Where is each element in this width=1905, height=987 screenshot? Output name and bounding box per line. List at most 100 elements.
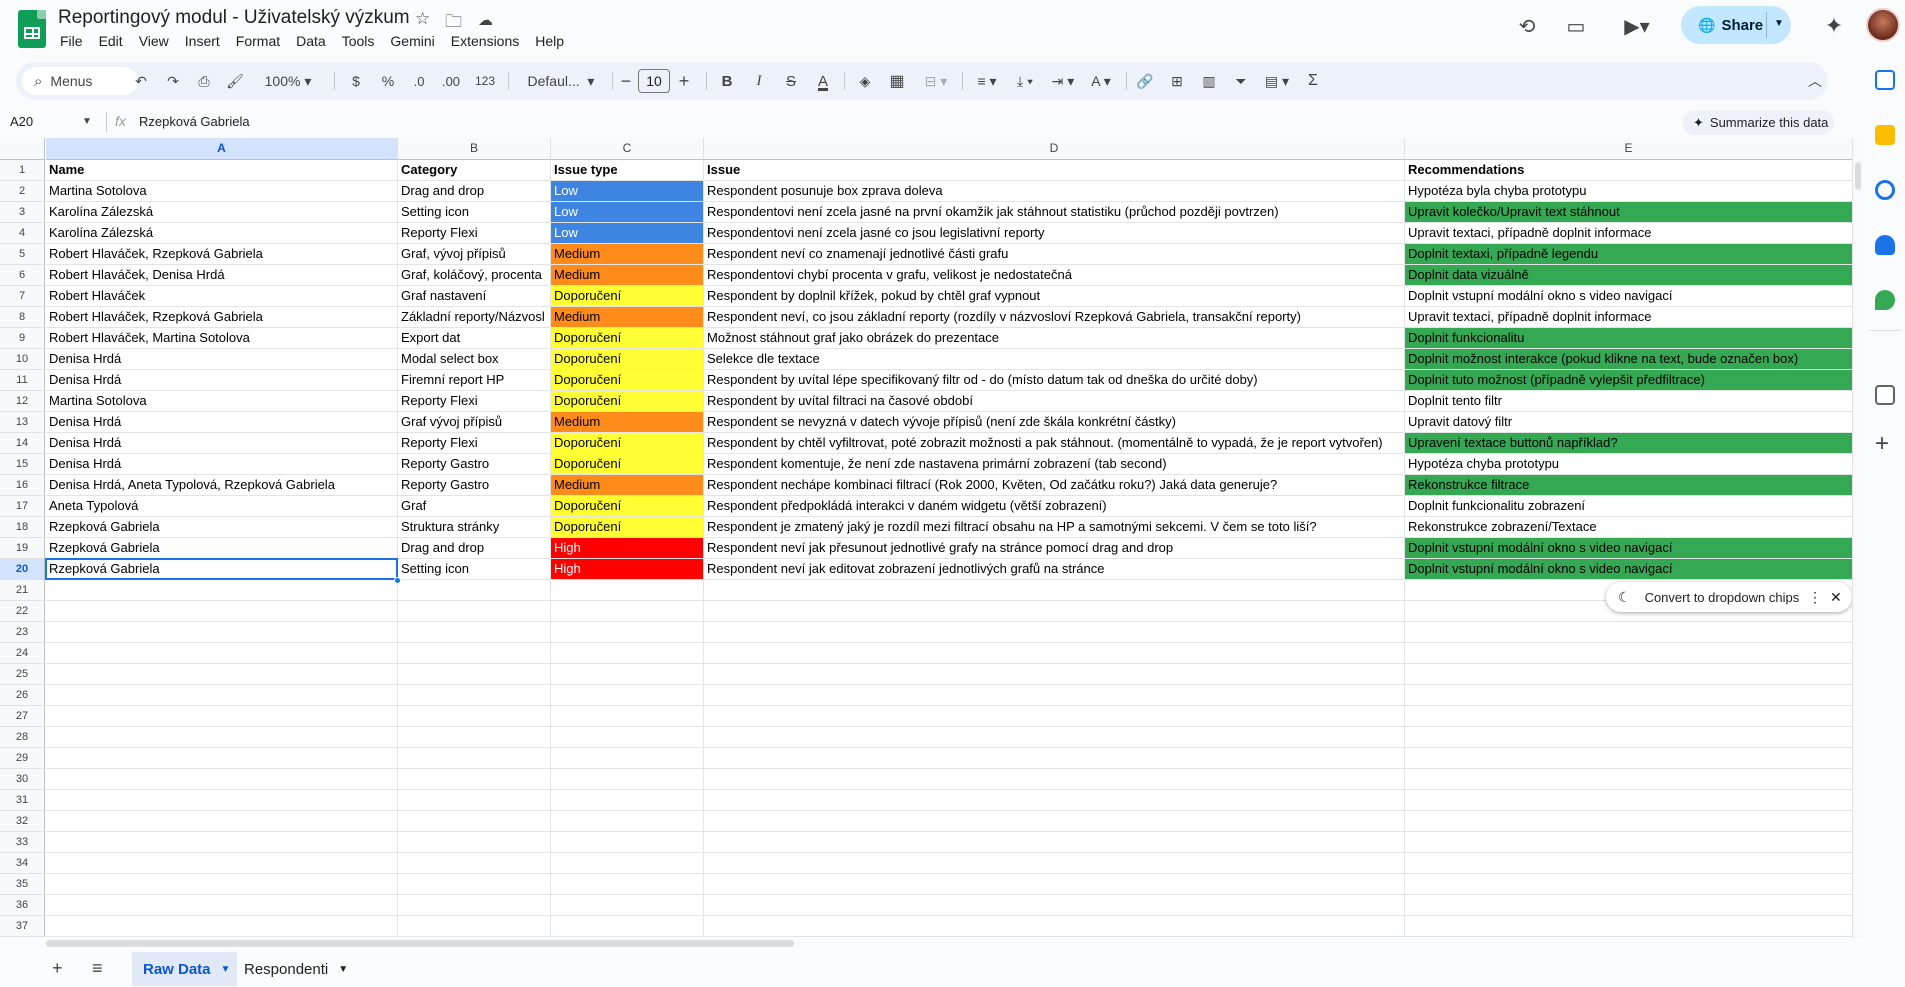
row-header[interactable]: 17	[0, 496, 45, 517]
empty-cell[interactable]	[398, 727, 551, 748]
empty-cell[interactable]	[551, 664, 704, 685]
table-cell[interactable]: Rzepková Gabriela	[46, 538, 398, 559]
row-header[interactable]: 24	[0, 643, 45, 664]
empty-cell[interactable]	[1405, 916, 1853, 937]
document-title[interactable]: Reportingový modul - Uživatelský výzkum	[58, 7, 410, 29]
issue-type-cell[interactable]: Low	[551, 202, 704, 223]
empty-cell[interactable]	[1405, 874, 1853, 895]
table-cell[interactable]: Denisa Hrdá	[46, 370, 398, 391]
menu-help[interactable]: Help	[527, 32, 572, 50]
maps-icon[interactable]	[1875, 290, 1895, 310]
empty-cell[interactable]	[46, 706, 398, 727]
row-header[interactable]: 27	[0, 706, 45, 727]
empty-cell[interactable]	[1405, 853, 1853, 874]
empty-cell[interactable]	[398, 601, 551, 622]
hide-menus-icon[interactable]: ︿	[1806, 68, 1824, 94]
empty-cell[interactable]	[46, 664, 398, 685]
keep-icon[interactable]	[1875, 125, 1895, 145]
issue-type-cell[interactable]: High	[551, 559, 704, 580]
number-format-button[interactable]: 123	[470, 68, 500, 94]
table-cell[interactable]: Setting icon	[398, 202, 551, 223]
table-cell[interactable]: Doplnit možnost interakce (pokud klikne …	[1405, 349, 1853, 370]
table-cell[interactable]: Doplnit tuto možnost (případně vylepšit …	[1405, 370, 1853, 391]
text-wrapping-icon[interactable]: ⇥ ▾	[1046, 68, 1080, 94]
version-history-icon[interactable]: ⟲	[1513, 12, 1541, 40]
table-cell[interactable]: Respondent by doplnil křížek, pokud by c…	[704, 286, 1405, 307]
table-cell[interactable]: Doplnit tento filtr	[1405, 391, 1853, 412]
row-header[interactable]: 28	[0, 727, 45, 748]
merge-cells-icon[interactable]: ⊟ ▾	[918, 68, 954, 94]
empty-cell[interactable]	[46, 811, 398, 832]
row-header[interactable]: 36	[0, 895, 45, 916]
all-sheets-icon[interactable]: ≡	[92, 958, 103, 979]
table-cell[interactable]: Denisa Hrdá	[46, 454, 398, 475]
row-header[interactable]: 29	[0, 748, 45, 769]
table-cell[interactable]: Robert Hlaváček, Denisa Hrdá	[46, 265, 398, 286]
empty-cell[interactable]	[46, 769, 398, 790]
table-cell[interactable]: Drag and drop	[398, 538, 551, 559]
vertical-align-icon[interactable]: ⤓ ▾	[1008, 68, 1042, 94]
empty-cell[interactable]	[551, 895, 704, 916]
header-cell-name[interactable]: Name	[46, 160, 398, 181]
table-cell[interactable]: Rzepková Gabriela	[46, 517, 398, 538]
table-cell[interactable]: Respondent předpokládá interakci v daném…	[704, 496, 1405, 517]
table-cell[interactable]: Upravit textaci, případně doplnit inform…	[1405, 307, 1853, 328]
vertical-scrollbar[interactable]	[1852, 138, 1862, 938]
name-box[interactable]: A20	[10, 114, 33, 129]
font-select[interactable]: Defaul... ▾	[516, 68, 606, 94]
empty-cell[interactable]	[1405, 727, 1853, 748]
menu-data[interactable]: Data	[288, 32, 334, 50]
table-cell[interactable]: Hypotéza chyba prototypu	[1405, 454, 1853, 475]
issue-type-cell[interactable]: Medium	[551, 307, 704, 328]
menu-view[interactable]: View	[131, 32, 177, 50]
print-icon[interactable]: ⎙	[193, 68, 215, 94]
row-header[interactable]: 35	[0, 874, 45, 895]
table-cell[interactable]: Respondent by chtěl vyfiltrovat, poté zo…	[704, 433, 1405, 454]
fill-handle[interactable]	[394, 577, 401, 584]
table-cell[interactable]: Respondent je zmatený jaký je rozdíl mez…	[704, 517, 1405, 538]
header-cell-issue-type[interactable]: Issue type	[551, 160, 704, 181]
table-cell[interactable]: Respondent neví jak editovat zobrazení j…	[704, 559, 1405, 580]
bold-icon[interactable]: B	[716, 68, 738, 94]
row-header[interactable]: 32	[0, 811, 45, 832]
table-cell[interactable]: Respondent komentuje, že není zde nastav…	[704, 454, 1405, 475]
issue-type-cell[interactable]: Doporučení	[551, 370, 704, 391]
row-header[interactable]: 37	[0, 916, 45, 937]
name-box-dropdown-icon[interactable]: ▼	[82, 116, 92, 127]
table-cell[interactable]: Rzepková Gabriela	[46, 559, 398, 580]
strikethrough-icon[interactable]: S	[780, 68, 802, 94]
contacts-icon[interactable]	[1875, 235, 1895, 255]
tab-menu-icon[interactable]: ▼	[338, 964, 348, 975]
meet-icon[interactable]: ▶▾	[1617, 12, 1657, 40]
table-cell[interactable]: Doplnit funkcionalitu	[1405, 328, 1853, 349]
empty-cell[interactable]	[551, 811, 704, 832]
empty-cell[interactable]	[551, 685, 704, 706]
issue-type-cell[interactable]: Doporučení	[551, 496, 704, 517]
table-cell[interactable]: Aneta Typolová	[46, 496, 398, 517]
table-cell[interactable]: Respondent neví, co jsou základní report…	[704, 307, 1405, 328]
empty-cell[interactable]	[46, 685, 398, 706]
currency-format-button[interactable]: $	[346, 68, 366, 94]
row-header[interactable]: 33	[0, 832, 45, 853]
empty-cell[interactable]	[704, 601, 1405, 622]
empty-cell[interactable]	[551, 748, 704, 769]
empty-cell[interactable]	[398, 706, 551, 727]
empty-cell[interactable]	[1405, 622, 1853, 643]
empty-cell[interactable]	[704, 874, 1405, 895]
table-cell[interactable]: Upravit datový filtr	[1405, 412, 1853, 433]
table-cell[interactable]: Robert Hlaváček, Rzepková Gabriela	[46, 307, 398, 328]
row-header[interactable]: 8	[0, 307, 45, 328]
table-cell[interactable]: Respondent by uvítal lépe specifikovaný …	[704, 370, 1405, 391]
empty-cell[interactable]	[704, 832, 1405, 853]
row-header[interactable]: 20	[0, 559, 45, 580]
table-cell[interactable]: Firemní report HP	[398, 370, 551, 391]
empty-cell[interactable]	[46, 895, 398, 916]
row-header[interactable]: 15	[0, 454, 45, 475]
table-cell[interactable]: Denisa Hrdá, Aneta Typolová, Rzepková Ga…	[46, 475, 398, 496]
menu-gemini[interactable]: Gemini	[382, 32, 442, 50]
get-addons-icon[interactable]: +	[1875, 430, 1889, 458]
spreadsheet-grid[interactable]: A B C D E 1 Name Category Issue type Issue Recomme…	[0, 138, 1855, 938]
table-cell[interactable]: Možnost stáhnout graf jako obrázek do pr…	[704, 328, 1405, 349]
table-cell[interactable]: Respondent neví co znamenají jednotlivé …	[704, 244, 1405, 265]
table-cell[interactable]: Karolína Zálezská	[46, 202, 398, 223]
